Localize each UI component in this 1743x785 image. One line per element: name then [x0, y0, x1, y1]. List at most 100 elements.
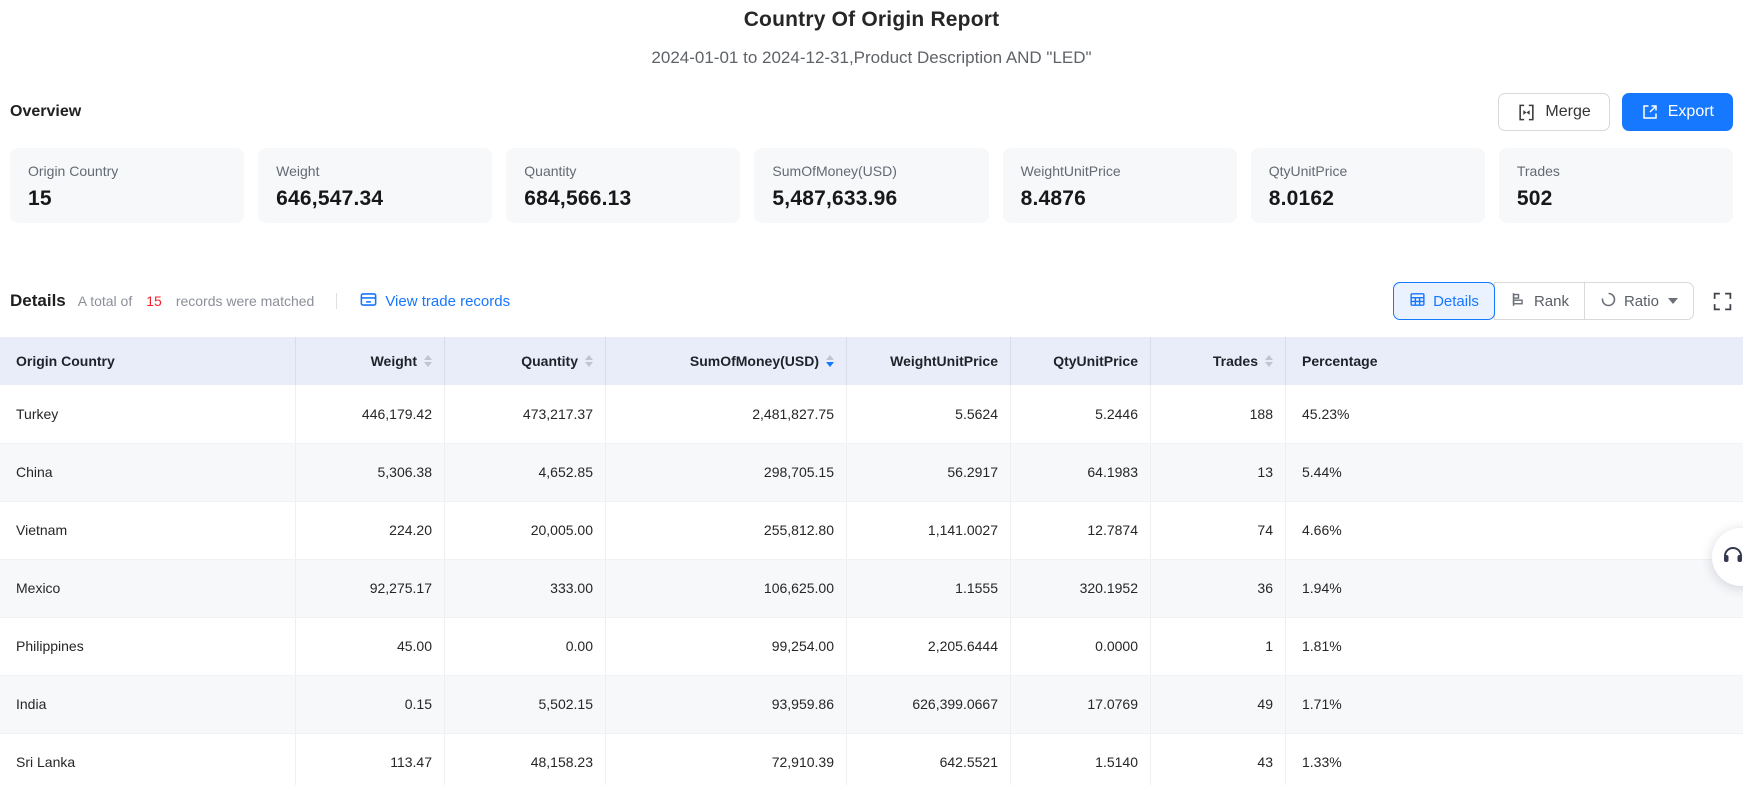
stat-value: 8.4876: [1021, 187, 1219, 211]
stat-value: 8.0162: [1269, 187, 1467, 211]
stat-card-weight: Weight 646,547.34: [258, 148, 492, 223]
export-button[interactable]: Export: [1622, 93, 1733, 131]
cell-weight: 45.00: [296, 617, 445, 675]
column-label: SumOfMoney(USD): [690, 353, 819, 369]
cell-quantity: 5,502.15: [445, 675, 606, 733]
column-label: Weight: [371, 353, 417, 369]
stat-label: Quantity: [524, 163, 722, 179]
stat-value: 5,487,633.96: [772, 187, 970, 211]
sort-desc-icon: [1265, 362, 1273, 367]
cell-origin-country: Mexico: [0, 559, 296, 617]
trade-records-icon: [359, 290, 378, 313]
cell-origin-country: China: [0, 443, 296, 501]
cell-percentage: 5.44%: [1286, 443, 1743, 501]
details-left: Details A total of 15 records were match…: [10, 290, 510, 313]
stat-value: 502: [1517, 187, 1715, 211]
column-header-sumofmoney-usd[interactable]: SumOfMoney(USD): [606, 337, 847, 385]
cell-origin-country: India: [0, 675, 296, 733]
merge-button-label: Merge: [1545, 103, 1590, 121]
cell-weightunitprice: 5.5624: [847, 385, 1011, 443]
table-icon: [1409, 291, 1426, 312]
tab-details-label: Details: [1433, 293, 1479, 310]
view-switcher: Details Rank: [1393, 282, 1694, 320]
cell-trades: 1: [1151, 617, 1286, 675]
fullscreen-icon[interactable]: [1712, 291, 1733, 312]
overview-section-title: Overview: [10, 103, 81, 121]
page-title: Country Of Origin Report: [0, 8, 1743, 32]
sort-asc-icon: [826, 355, 834, 360]
cell-trades: 43: [1151, 733, 1286, 785]
overview-actions: Merge Export: [1498, 93, 1733, 131]
tab-ratio[interactable]: Ratio: [1584, 282, 1694, 320]
headset-icon: [1712, 543, 1743, 572]
column-header-weight[interactable]: Weight: [296, 337, 445, 385]
table-row: Vietnam224.2020,005.00255,812.801,141.00…: [0, 501, 1743, 559]
page: Country Of Origin Report 2024-01-01 to 2…: [0, 0, 1743, 785]
table-row: China5,306.384,652.85298,705.1556.291764…: [0, 443, 1743, 501]
cell-origin-country: Sri Lanka: [0, 733, 296, 785]
column-label: Origin Country: [16, 353, 115, 369]
cell-trades: 49: [1151, 675, 1286, 733]
cell-sumofmoney-usd: 255,812.80: [606, 501, 847, 559]
stat-value: 15: [28, 187, 226, 211]
tab-rank-label: Rank: [1534, 293, 1569, 310]
stat-label: WeightUnitPrice: [1021, 163, 1219, 179]
stat-label: SumOfMoney(USD): [772, 163, 970, 179]
stat-card-quantity: Quantity 684,566.13: [506, 148, 740, 223]
ratio-icon: [1600, 291, 1617, 312]
cell-percentage: 1.33%: [1286, 733, 1743, 785]
cell-origin-country: Philippines: [0, 617, 296, 675]
sort-asc-icon: [585, 355, 593, 360]
column-header-qtyunitprice: QtyUnitPrice: [1011, 337, 1151, 385]
cell-qtyunitprice: 0.0000: [1011, 617, 1151, 675]
stat-card-weight-unit-price: WeightUnitPrice 8.4876: [1003, 148, 1237, 223]
cell-qtyunitprice: 64.1983: [1011, 443, 1151, 501]
table-body: Turkey446,179.42473,217.372,481,827.755.…: [0, 385, 1743, 785]
stat-card-origin-country: Origin Country 15: [10, 148, 244, 223]
column-label: QtyUnitPrice: [1053, 353, 1138, 369]
cell-trades: 188: [1151, 385, 1286, 443]
details-table: Origin Country Weight Quantity SumOfMoney(U…: [0, 337, 1743, 785]
column-header-trades[interactable]: Trades: [1151, 337, 1286, 385]
cell-weightunitprice: 642.5521: [847, 733, 1011, 785]
stat-label: Origin Country: [28, 163, 226, 179]
details-table-wrap: Origin Country Weight Quantity SumOfMoney(U…: [0, 337, 1743, 785]
sort-asc-icon: [424, 355, 432, 360]
merge-icon: [1517, 103, 1536, 122]
matched-count: 15: [142, 293, 166, 309]
cell-sumofmoney-usd: 72,910.39: [606, 733, 847, 785]
cell-quantity: 473,217.37: [445, 385, 606, 443]
cell-qtyunitprice: 17.0769: [1011, 675, 1151, 733]
cell-sumofmoney-usd: 99,254.00: [606, 617, 847, 675]
cell-weight: 5,306.38: [296, 443, 445, 501]
overview-bar: Overview Merge: [0, 92, 1743, 132]
export-icon: [1641, 103, 1659, 121]
cell-percentage: 1.71%: [1286, 675, 1743, 733]
sort-icon[interactable]: [826, 355, 834, 367]
column-label: Trades: [1213, 353, 1258, 369]
view-trade-records-link[interactable]: View trade records: [359, 290, 510, 313]
sort-icon[interactable]: [1265, 355, 1273, 367]
cell-trades: 36: [1151, 559, 1286, 617]
cell-weightunitprice: 2,205.6444: [847, 617, 1011, 675]
details-right: Details Rank: [1393, 282, 1733, 320]
cell-percentage: 1.81%: [1286, 617, 1743, 675]
cell-qtyunitprice: 12.7874: [1011, 501, 1151, 559]
column-header-percentage: Percentage: [1286, 337, 1743, 385]
tab-rank[interactable]: Rank: [1494, 282, 1585, 320]
view-trade-records-label: View trade records: [385, 293, 510, 310]
sort-icon[interactable]: [424, 355, 432, 367]
matched-suffix: records were matched: [176, 293, 315, 309]
cell-weight: 113.47: [296, 733, 445, 785]
cell-weightunitprice: 56.2917: [847, 443, 1011, 501]
stat-label: Trades: [1517, 163, 1715, 179]
cell-qtyunitprice: 1.5140: [1011, 733, 1151, 785]
merge-button[interactable]: Merge: [1498, 93, 1609, 131]
sort-icon[interactable]: [585, 355, 593, 367]
tab-details[interactable]: Details: [1393, 282, 1495, 320]
cell-weight: 92,275.17: [296, 559, 445, 617]
stat-label: Weight: [276, 163, 474, 179]
column-header-quantity[interactable]: Quantity: [445, 337, 606, 385]
cell-trades: 74: [1151, 501, 1286, 559]
cell-percentage: 45.23%: [1286, 385, 1743, 443]
